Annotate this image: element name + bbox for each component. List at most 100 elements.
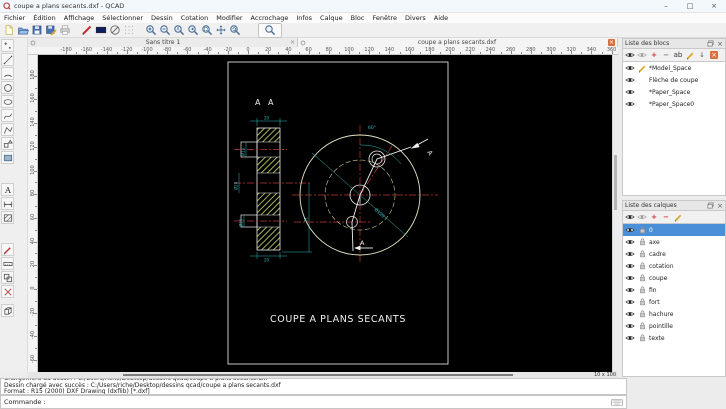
lock-icon[interactable] <box>637 298 647 306</box>
tab-close-icon[interactable]: × <box>290 39 295 46</box>
color-swatch-button[interactable] <box>94 24 107 37</box>
tool-hatch-button[interactable] <box>1 211 14 224</box>
float-icon[interactable] <box>707 202 714 209</box>
redraw-button[interactable] <box>228 24 241 37</box>
pen-button[interactable] <box>80 24 93 37</box>
menu-edition[interactable]: Édition <box>29 14 60 22</box>
eye-icon[interactable] <box>625 88 635 96</box>
tool-dimension-button[interactable] <box>1 197 14 210</box>
lock-icon[interactable] <box>637 334 647 342</box>
blocks-eye-off-button[interactable] <box>637 51 647 59</box>
menu-selectionner[interactable]: Sélectionner <box>98 14 147 22</box>
lock-icon[interactable] <box>637 226 647 234</box>
blocks-rename-button[interactable]: ab <box>673 51 683 59</box>
layer-item-coupe[interactable]: coupe <box>623 272 725 284</box>
blocks-eye-on-button[interactable] <box>625 51 635 59</box>
tool-solid-button[interactable] <box>1 304 14 317</box>
save-as-button[interactable] <box>44 24 57 37</box>
eye-icon[interactable] <box>625 274 635 282</box>
edit-pencil-icon[interactable] <box>637 64 647 73</box>
menu-divers[interactable]: Divers <box>401 14 430 22</box>
menu-affichage[interactable]: Affichage <box>60 14 99 22</box>
open-file-button[interactable] <box>16 24 29 37</box>
tool-modify-button[interactable] <box>1 243 14 256</box>
tool-spline-button[interactable] <box>1 109 14 122</box>
drawing-canvas[interactable]: A A 20 Ø15 Ø20 Ø15 71 20 60° Ø120 A A CO… <box>38 55 612 372</box>
tab-coupe-a-plans-secants[interactable]: coupe a plans secants.dxf × <box>298 38 618 47</box>
eye-icon[interactable] <box>625 286 635 294</box>
block-item--model-space[interactable]: *Model_Space <box>623 62 725 74</box>
layer-item-fin[interactable]: fin <box>623 284 725 296</box>
zoom-out-button[interactable] <box>158 24 171 37</box>
menu-cotation[interactable]: Cotation <box>177 14 213 22</box>
close-button[interactable]: × <box>706 2 722 10</box>
menu-modifier[interactable]: Modifier <box>212 14 246 22</box>
tool-viewport-button[interactable] <box>1 151 14 164</box>
zoom-window-button[interactable] <box>200 24 213 37</box>
lock-icon[interactable] <box>637 238 647 246</box>
tool-point-button[interactable] <box>1 39 14 52</box>
layer-item-fort[interactable]: fort <box>623 296 725 308</box>
vertical-scrollbar[interactable] <box>612 55 618 372</box>
layers-add-button[interactable]: + <box>649 213 659 221</box>
layer-item-axe[interactable]: axe <box>623 236 725 248</box>
tab-close-icon[interactable]: × <box>608 39 615 46</box>
eye-icon[interactable] <box>625 250 635 258</box>
tool-arc-button[interactable] <box>1 67 14 80</box>
blocks-insert-button[interactable]: ↓ <box>697 51 707 59</box>
blocks-edit-button[interactable] <box>685 51 695 60</box>
layer-item-hachure[interactable]: hachure <box>623 308 725 320</box>
lock-icon[interactable] <box>637 310 647 318</box>
float-icon[interactable] <box>707 40 714 47</box>
new-file-button[interactable] <box>2 24 15 37</box>
layer-item-cadre[interactable]: cadre <box>623 248 725 260</box>
zoom-previous-button[interactable] <box>186 24 199 37</box>
eye-icon[interactable] <box>625 322 635 330</box>
block-item--paper-space0[interactable]: *Paper_Space0 <box>623 98 725 110</box>
layer-item-cotation[interactable]: cotation <box>623 260 725 272</box>
eye-icon[interactable] <box>625 226 635 234</box>
blocks-remove-button[interactable]: − <box>661 51 671 59</box>
layers-eye-off-button[interactable] <box>637 213 647 221</box>
command-prompt[interactable]: Commande : <box>0 395 627 409</box>
menu-aide[interactable]: Aide <box>430 14 452 22</box>
menu-fenetre[interactable]: Fenêtre <box>368 14 401 22</box>
lock-icon[interactable] <box>637 274 647 282</box>
pan-button[interactable] <box>214 24 227 37</box>
layers-eye-on-button[interactable] <box>625 213 635 221</box>
layers-edit-button[interactable] <box>673 213 683 222</box>
eye-icon[interactable] <box>625 76 635 84</box>
tool-shapes-button[interactable] <box>1 137 14 150</box>
menu-fichier[interactable]: Fichier <box>0 14 29 22</box>
eye-icon[interactable] <box>625 310 635 318</box>
tool-measure-button[interactable] <box>1 257 14 270</box>
maximize-button[interactable]: □ <box>682 2 698 10</box>
eye-icon[interactable] <box>625 334 635 342</box>
close-icon[interactable]: × <box>717 40 723 48</box>
tool-polyline-button[interactable] <box>1 123 14 136</box>
zoom-auto-button[interactable]: A <box>172 24 185 37</box>
eye-icon[interactable] <box>625 238 635 246</box>
tool-text-button[interactable]: A <box>1 183 14 196</box>
tool-ellipse-button[interactable] <box>1 95 14 108</box>
menu-bloc[interactable]: Bloc <box>347 14 369 22</box>
menu-infos[interactable]: Infos <box>292 14 316 22</box>
layer-item-texte[interactable]: texte <box>623 332 725 344</box>
tab-sans-titre-1[interactable]: Sans titre 1 × <box>28 38 298 47</box>
keyboard-icon[interactable] <box>611 398 623 406</box>
eye-icon[interactable] <box>625 64 635 72</box>
zoom-in-button[interactable] <box>144 24 157 37</box>
magnifier-button[interactable] <box>258 22 282 38</box>
lock-icon[interactable] <box>637 286 647 294</box>
lock-icon[interactable] <box>637 250 647 258</box>
tool-explode-button[interactable] <box>1 285 14 298</box>
tool-block-button[interactable] <box>1 271 14 284</box>
scrollbar-handle[interactable] <box>614 155 617 210</box>
menu-calque[interactable]: Calque <box>316 14 347 22</box>
block-item--paper-space[interactable]: *Paper_Space <box>623 86 725 98</box>
eye-icon[interactable] <box>625 298 635 306</box>
close-icon[interactable]: × <box>717 202 723 210</box>
tool-line-button[interactable] <box>1 53 14 66</box>
menu-accrochage[interactable]: Accrochage <box>247 14 293 22</box>
save-button[interactable] <box>30 24 43 37</box>
